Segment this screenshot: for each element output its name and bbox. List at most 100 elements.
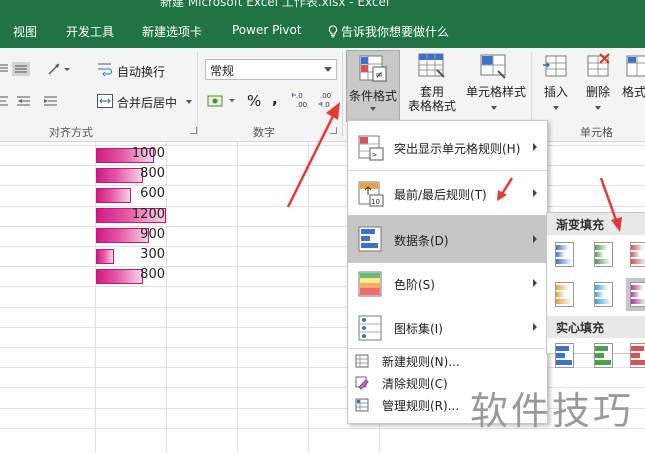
solid-fill-swatch[interactable] <box>551 339 578 372</box>
menu-item-label: 新建规则(N)... <box>382 355 460 369</box>
menu-item-data-bars[interactable]: 数据条(D) <box>348 215 547 263</box>
cell-value[interactable]: 1200 <box>97 207 165 222</box>
cell-value[interactable]: 1000 <box>97 146 165 161</box>
decrease-decimal-icon[interactable]: .00.0 <box>318 90 338 110</box>
clear-rules-icon <box>355 376 369 390</box>
menu-item-icon-sets[interactable]: 图标集(I) <box>348 305 547 349</box>
row-gridline <box>0 367 645 369</box>
alignment-launcher-icon[interactable] <box>190 127 197 134</box>
increase-decimal-icon[interactable]: .0.00 <box>292 90 312 110</box>
gradient-fill-swatch[interactable] <box>626 238 645 271</box>
merge-center-icon <box>97 94 113 108</box>
tell-me-box[interactable]: 告诉我你想要做什么 <box>328 23 449 40</box>
number-format-value: 常规 <box>210 64 235 78</box>
wrap-text-icon <box>98 63 112 76</box>
chevron-down-icon <box>553 106 559 110</box>
title-bar: 新建 Microsoft Excel 工作表.xlsx - Excel <box>0 0 645 14</box>
accounting-format-icon[interactable] <box>207 94 237 108</box>
menu-item-top-bottom-rules[interactable]: 10 最前/最后规则(T) <box>348 171 547 215</box>
gradient-fill-swatch[interactable] <box>626 278 645 311</box>
cell-value[interactable]: 300 <box>97 247 165 262</box>
alignment-buttons-icon[interactable] <box>0 94 90 108</box>
group-separator <box>197 52 198 136</box>
insert-cells-icon <box>543 55 567 77</box>
svg-text:.0: .0 <box>296 92 303 100</box>
format-as-table-label-1: 套用 <box>419 85 444 99</box>
orientation-icon[interactable] <box>47 63 73 75</box>
menu-item-highlight-rules[interactable]: > 突出显示单元格规则(H) <box>348 125 547 169</box>
cell-value[interactable]: 600 <box>97 186 165 201</box>
manage-rules-icon <box>355 398 369 412</box>
format-cells-button[interactable]: 格式 <box>622 52 645 122</box>
solid-fill-swatch[interactable] <box>626 339 645 372</box>
comma-button[interactable]: , <box>272 90 278 108</box>
chevron-right-icon <box>533 323 537 331</box>
number-format-select[interactable]: 常规 <box>205 59 337 80</box>
menu-item-label: 清除规则(C) <box>382 377 448 391</box>
tab-power-pivot[interactable]: Power Pivot <box>232 23 302 37</box>
svg-text:10: 10 <box>371 198 380 206</box>
gradient-fill-heading: 渐变填充 <box>547 213 645 235</box>
tab-new[interactable]: 新建选项卡 <box>142 23 202 40</box>
menu-item-label: 最前/最后规则(T) <box>394 188 487 202</box>
column-gridline <box>308 142 309 453</box>
gradient-fill-swatch[interactable] <box>551 278 578 311</box>
chevron-down-icon <box>370 107 376 111</box>
delete-cells-button[interactable]: 删除 <box>578 52 618 122</box>
chevron-down-icon <box>491 106 497 110</box>
gradient-fill-swatch[interactable] <box>590 238 617 271</box>
cells-group-label: 单元格 <box>580 126 613 139</box>
cell-value[interactable]: 800 <box>97 267 165 282</box>
tab-view[interactable]: 视图 <box>13 23 37 40</box>
svg-text:.00: .00 <box>320 92 331 100</box>
menu-item-label: 色阶(S) <box>394 278 435 292</box>
alignment-group-label: 对齐方式 <box>49 126 93 139</box>
chevron-down-icon <box>595 106 601 110</box>
merge-dropdown-arrow[interactable] <box>186 100 192 104</box>
svg-text:.00: .00 <box>296 101 307 109</box>
tab-developer[interactable]: 开发工具 <box>66 23 114 40</box>
tell-me-text: 告诉我你想要做什么 <box>341 25 450 39</box>
format-cells-icon <box>626 55 645 77</box>
align-top-icon[interactable] <box>0 62 40 76</box>
icon-sets-icon <box>358 315 382 341</box>
delete-cells-icon <box>587 53 610 77</box>
chevron-right-icon <box>533 235 537 243</box>
cell-value[interactable]: 900 <box>97 227 165 242</box>
top-bottom-rules-icon: 10 <box>358 181 384 207</box>
color-scales-icon <box>358 271 382 297</box>
cell-styles-icon <box>480 54 506 79</box>
ribbon: 自动换行 合并后居中 对齐方式 常规 % , .0.00 .00.0 数字 ≠ … <box>0 48 645 142</box>
merge-center-button[interactable]: 合并后居中 <box>117 94 177 111</box>
data-bars-submenu: 渐变填充 实心填充 <box>546 212 645 368</box>
conditional-format-button[interactable]: ≠ 条件格式 <box>346 50 400 122</box>
format-label: 格式 <box>622 85 645 99</box>
percent-button[interactable]: % <box>247 92 261 110</box>
chevron-right-icon <box>533 279 537 287</box>
solid-fill-heading: 实心填充 <box>547 316 645 338</box>
ribbon-tab-bar: 视图 开发工具 新建选项卡 Power Pivot 告诉我你想要做什么 <box>0 14 645 48</box>
gradient-fill-swatch[interactable] <box>590 278 617 311</box>
lightbulb-icon <box>328 25 338 38</box>
gradient-fill-swatch[interactable] <box>551 238 578 271</box>
format-as-table-button[interactable]: 套用 表格格式 <box>405 52 459 122</box>
window-title: 新建 Microsoft Excel 工作表.xlsx - Excel <box>160 0 390 9</box>
menu-item-label: 数据条(D) <box>394 234 449 248</box>
menu-item-color-scales[interactable]: 色阶(S) <box>348 261 547 305</box>
group-separator <box>342 52 343 136</box>
insert-cells-button[interactable]: 插入 <box>536 52 576 122</box>
menu-item-new-rule[interactable]: 新建规则(N)... <box>348 351 547 371</box>
number-group-label: 数字 <box>253 126 275 139</box>
svg-text:.0: .0 <box>323 101 330 109</box>
highlight-rules-icon: > <box>358 135 384 161</box>
menu-item-label: 管理规则(R)... <box>382 399 460 413</box>
solid-fill-swatch[interactable] <box>590 339 617 372</box>
number-launcher-icon[interactable] <box>330 127 337 134</box>
cell-styles-button[interactable]: 单元格样式 <box>466 52 527 122</box>
conditional-format-icon: ≠ <box>359 55 387 82</box>
cell-value[interactable]: 800 <box>97 166 165 181</box>
svg-text:>: > <box>372 151 378 159</box>
cell-styles-label: 单元格样式 <box>466 85 527 99</box>
wrap-text-button[interactable]: 自动换行 <box>117 63 165 80</box>
format-as-table-icon <box>418 53 445 78</box>
